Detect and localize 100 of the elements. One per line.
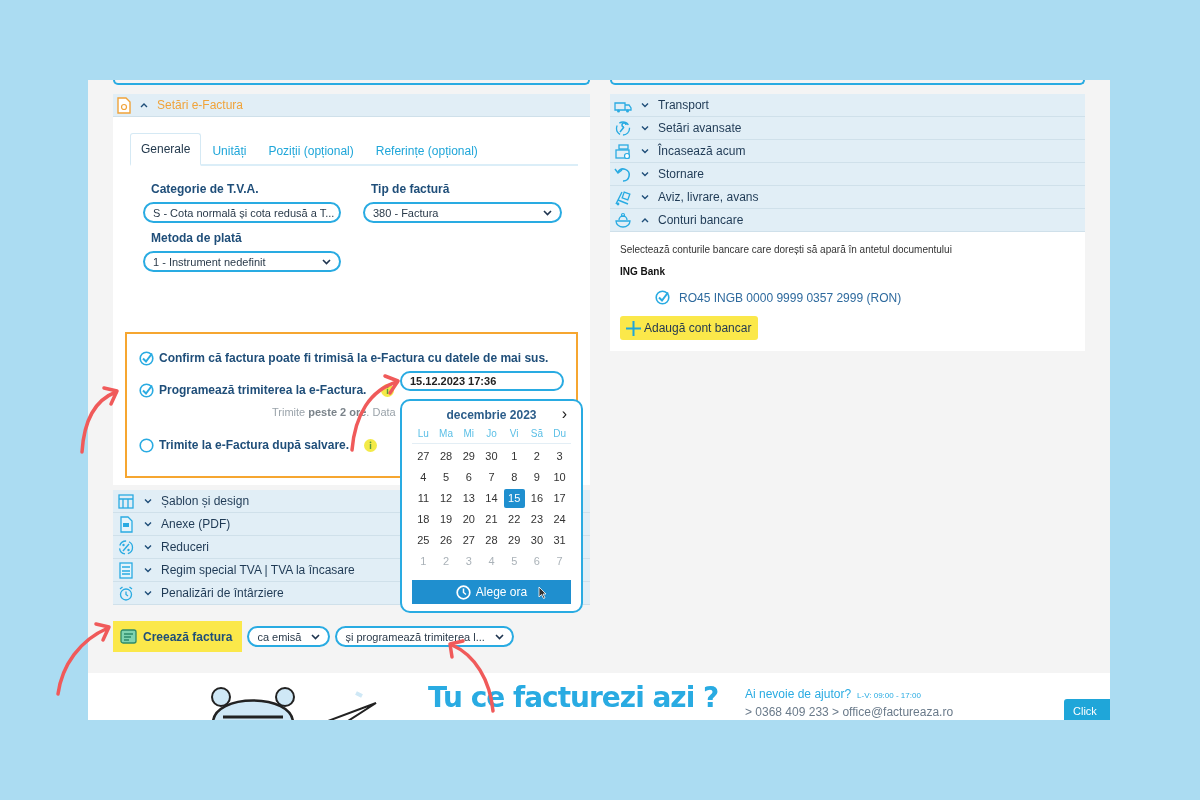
chevron-icon <box>641 125 649 131</box>
next-month-button[interactable]: › <box>561 406 567 422</box>
section-title: Conturi bancare <box>658 213 744 227</box>
caret-icon <box>494 633 504 640</box>
chevron-icon <box>641 217 649 223</box>
calendar-day[interactable]: 19 <box>435 510 457 529</box>
dropdown[interactable]: ca emisă <box>247 626 331 647</box>
check-circle-icon[interactable] <box>139 382 154 398</box>
calculator-icon <box>117 561 135 579</box>
add-bank-account-button[interactable]: Adaugă cont bancar <box>620 316 759 340</box>
weekday-label: Să <box>529 427 545 441</box>
mouse-cursor-icon <box>538 586 547 599</box>
layout-icon <box>117 492 135 510</box>
weekday-label: Ma <box>438 427 454 441</box>
chevron-icon <box>144 521 152 527</box>
dropdown[interactable]: S - Cota normală și cota redusă a T... <box>143 202 341 223</box>
calendar-day[interactable]: 18 <box>413 510 434 529</box>
field-label: Categorie de T.V.A. <box>150 182 260 196</box>
calendar-day[interactable]: 5 <box>435 468 457 487</box>
chevron-icon <box>144 567 152 573</box>
check-circle-icon[interactable] <box>139 350 154 366</box>
calendar-day[interactable]: 12 <box>435 489 457 508</box>
dropdown[interactable]: 380 - Factura <box>363 202 562 223</box>
calendar-day[interactable]: 28 <box>435 447 457 466</box>
info-icon[interactable] <box>364 438 378 452</box>
contact-links[interactable]: > 0368 409 233 > office@factureaza.ro <box>745 705 954 719</box>
cash-register-icon <box>614 142 632 160</box>
chevron-icon <box>144 590 152 596</box>
section-title: Setări e-Factura <box>157 98 244 112</box>
accordion-row[interactable]: Aviz, livrare, avans <box>610 186 1085 209</box>
option-label: Programează trimiterea la e-Factura. <box>159 383 367 397</box>
calendar-day[interactable]: 8 <box>503 468 525 487</box>
calendar-day[interactable]: 14 <box>481 489 502 508</box>
caret-icon <box>311 633 321 640</box>
calendar-day[interactable]: 7 <box>481 468 502 487</box>
calendar-day[interactable]: 21 <box>481 510 502 529</box>
accordion-row[interactable]: Stornare <box>610 163 1085 186</box>
chevron-icon <box>641 171 649 177</box>
create-invoice-button[interactable]: Creează factura <box>113 621 243 652</box>
field-label: Metoda de plată <box>150 231 243 245</box>
calendar-day[interactable]: 3 <box>549 447 570 466</box>
check-circle-icon[interactable] <box>655 290 670 305</box>
accordion-row[interactable]: Setări avansate <box>610 117 1085 140</box>
chevron-icon <box>144 498 152 504</box>
calendar-day[interactable]: 11 <box>413 489 434 508</box>
accordion-row[interactable]: Conturi bancare <box>610 209 1085 232</box>
weekday-label: Vi <box>508 427 520 441</box>
tab[interactable]: Generale <box>130 133 202 166</box>
document-icon <box>117 96 131 114</box>
weekday-label: Mi <box>462 427 476 441</box>
pdf-document-icon <box>117 515 135 533</box>
calendar-day[interactable]: 10 <box>549 468 570 487</box>
calendar-day[interactable]: 4 <box>413 468 434 487</box>
calendar-day[interactable]: 6 <box>458 468 480 487</box>
calendar-day[interactable]: 1 <box>503 447 525 466</box>
field-label: Tip de factură <box>370 182 451 196</box>
section-title: Reduceri <box>161 540 210 554</box>
calendar-day[interactable]: 24 <box>549 510 570 529</box>
invoice-icon <box>119 627 139 646</box>
dropdown[interactable]: și programează trimiterea l... <box>335 626 514 647</box>
bank-name: ING Bank <box>620 266 666 277</box>
section-title: Setări avansate <box>658 121 742 135</box>
calendar-day[interactable]: 23 <box>526 510 548 529</box>
calendar-day[interactable]: 15 <box>503 489 525 508</box>
calendar-day[interactable]: 2 <box>526 447 548 466</box>
radio-circle-icon[interactable] <box>139 437 154 453</box>
caret-icon <box>543 209 552 216</box>
section-title: Stornare <box>658 167 705 181</box>
info-icon[interactable] <box>381 383 395 397</box>
calendar-day[interactable]: 13 <box>458 489 480 508</box>
calendar-day[interactable]: 29 <box>458 447 480 466</box>
pot-icon <box>614 211 632 229</box>
plus-icon <box>626 320 641 336</box>
dropdown[interactable]: 1 - Instrument nedefinit <box>143 251 341 272</box>
calendar-day[interactable]: 17 <box>549 489 570 508</box>
chevron-icon <box>641 102 649 108</box>
section-title: Regim special TVA | TVA la încasare <box>161 563 355 577</box>
section-title: Anexe (PDF) <box>161 517 231 531</box>
input-field[interactable] <box>610 80 1085 85</box>
date-input[interactable]: 15.12.2023 17:36 <box>400 371 564 391</box>
section-title: Aviz, livrare, avans <box>658 190 759 204</box>
calendar-day[interactable]: 27 <box>413 447 434 466</box>
weekday-label: Jo <box>485 427 498 441</box>
calendar-day[interactable]: 30 <box>481 447 502 466</box>
calendar-day[interactable]: 16 <box>526 489 548 508</box>
section-title: Penalizări de întârziere <box>161 586 284 600</box>
undo-icon <box>614 165 632 183</box>
caret-icon <box>322 258 331 265</box>
chevron-icon <box>641 148 649 154</box>
help-title: Ai nevoie de ajutor? <box>745 687 852 701</box>
instruction-text: Selectează conturile bancare care dorești să apară în antetul documentului <box>620 244 953 255</box>
calendar-day[interactable]: 9 <box>526 468 548 487</box>
calendar-day[interactable]: 20 <box>458 510 480 529</box>
section-title: Transport <box>658 98 709 112</box>
input-field[interactable] <box>113 80 590 85</box>
alarm-clock-icon <box>117 584 135 602</box>
calendar-day[interactable]: 22 <box>503 510 525 529</box>
accordion-row[interactable]: Transport <box>610 94 1085 117</box>
weekday-label: Du <box>552 427 568 441</box>
accordion-row[interactable]: Încasează acum <box>610 140 1085 163</box>
